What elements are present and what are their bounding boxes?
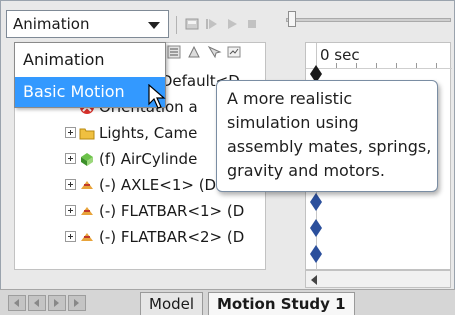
tooltip-line: assembly mates, springs, [227,137,432,156]
tab-motion-study-1[interactable]: Motion Study 1 [208,292,355,315]
dropdown-option-label: Animation [23,50,105,69]
dropdown-option-basic-motion[interactable]: Basic Motion [15,77,165,107]
next-tab-button[interactable] [48,295,66,311]
tooltip-line: gravity and motors. [227,161,385,180]
play-icon[interactable] [224,16,240,32]
dropdown-option-animation[interactable]: Animation [15,45,165,75]
bottom-tab-bar: Model Motion Study 1 [0,289,455,315]
expand-icon[interactable] [65,205,76,216]
tree-row-label: (-) FLATBAR<1> (D [99,202,245,220]
timeline-horizontal-scrollbar[interactable] [305,270,451,288]
study-type-value: Animation [13,15,90,33]
expand-icon[interactable] [65,127,76,138]
filter-results-icon[interactable] [226,44,242,60]
study-type-select[interactable]: Animation [6,10,169,38]
playback-slider-thumb[interactable] [288,11,296,27]
keypoint-icon[interactable] [310,245,322,263]
last-tab-button[interactable] [68,295,86,311]
scroll-left-icon[interactable] [311,275,317,285]
stop-icon[interactable] [244,16,260,32]
play-from-start-icon[interactable] [204,16,220,32]
tree-row-label: (f) AirCylinde [99,150,198,168]
filter-selected-icon[interactable] [206,44,222,60]
chevron-down-icon[interactable] [148,22,160,29]
part-icon [81,233,93,241]
playback-slider-track[interactable] [286,18,451,22]
expand-icon[interactable] [65,231,76,242]
part-icon [81,207,93,215]
ruler-tick [396,63,397,68]
expand-icon[interactable] [65,179,76,190]
dropdown-option-label: Basic Motion [23,82,125,101]
subassembly-icon [81,153,93,166]
study-type-dropdown-menu: Animation Basic Motion [14,42,166,108]
ruler-tick [436,63,437,68]
expand-icon[interactable] [65,153,76,164]
basic-motion-tooltip: A more realistic simulation using assemb… [216,80,438,192]
tab-model-label: Model [149,295,195,313]
ruler-tick [376,63,377,68]
tab-motion-study-label: Motion Study 1 [217,295,346,313]
mouse-pointer-icon [148,84,166,109]
keypoint-icon[interactable] [310,193,322,211]
tree-row-label: (-) FLATBAR<2> (D [99,228,245,246]
tab-model[interactable]: Model [140,292,204,315]
folder-icon [79,128,95,140]
tree-row-label: Lights, Came [99,124,198,142]
motion-toolbar: Animation [6,6,451,42]
part-icon [81,181,93,189]
ruler-tick [416,63,417,68]
time-ruler: 0 sec [306,43,452,69]
ruler-tick [336,63,337,68]
keypoint-icon[interactable] [310,219,322,237]
calculate-icon[interactable] [184,16,200,32]
filter-driving-icon[interactable] [186,44,202,60]
ruler-tick [356,63,357,68]
toolbar-separator [176,16,177,34]
filter-animated-icon[interactable] [166,44,182,60]
prev-tab-button[interactable] [28,295,46,311]
time-ruler-label: 0 sec [320,46,360,64]
tooltip-line: simulation using [227,113,359,132]
tooltip-line: A more realistic [227,89,353,108]
first-tab-button[interactable] [8,295,26,311]
